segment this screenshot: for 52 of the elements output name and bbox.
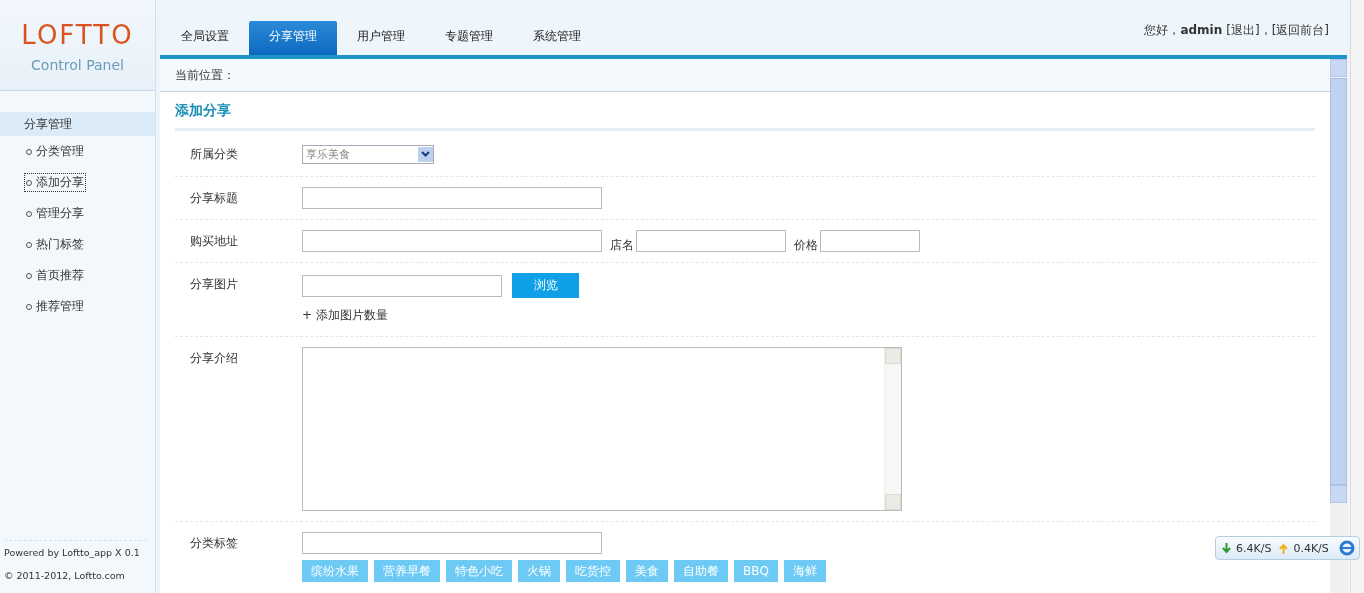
text-field[interactable] [302, 187, 602, 209]
breadcrumb-text: 当前位置： [160, 59, 1330, 92]
upload-speed-text: 0.4K/S [1293, 541, 1329, 555]
field-label: 分享标题 [190, 190, 239, 207]
sidebar-heading[interactable]: 分享管理 [0, 112, 155, 136]
category-dropdown[interactable]: 享乐美食 [302, 144, 434, 164]
field-label: 分享介绍 [190, 350, 239, 367]
sidebar-item[interactable]: 管理分享 [24, 204, 86, 223]
down-arrow-icon [1222, 542, 1231, 554]
scroll-up-icon[interactable] [1330, 59, 1347, 77]
nav-tab[interactable]: 用户管理 [337, 21, 425, 55]
add-image-link[interactable]: + 添加图片数量 [302, 306, 388, 324]
scrollbar[interactable] [1330, 59, 1347, 593]
greeting-text: 您好， [1144, 23, 1181, 37]
text-field[interactable] [302, 532, 602, 554]
copyright-text: © 2011-2012, Loftto.com [4, 569, 126, 583]
up-arrow-icon [1279, 542, 1289, 554]
sidebar-item[interactable]: 首页推荐 [24, 266, 86, 285]
form-title: 添加分享 [175, 102, 1315, 131]
separator-text: ， [1259, 23, 1272, 37]
text-field[interactable] [636, 230, 786, 252]
field-label: 购买地址 [190, 233, 239, 250]
sidebar-item[interactable]: 添加分享 [24, 173, 86, 192]
username-text: admin [1180, 23, 1223, 37]
nav-tab[interactable]: 分享管理 [249, 21, 337, 55]
text-field[interactable] [302, 230, 602, 252]
frontend-link[interactable]: [返回前台] [1271, 23, 1329, 37]
scroll-down-icon[interactable] [885, 494, 901, 510]
file-field[interactable] [302, 274, 502, 297]
download-speed-text: 6.4K/S [1236, 541, 1272, 555]
field-label: 分享图片 [190, 276, 239, 293]
scroll-thumb[interactable] [1330, 78, 1347, 485]
powered-by-text: Powered by Loftto_app X 0.1 [4, 546, 141, 560]
sidebar-item[interactable]: 分类管理 [24, 142, 86, 161]
sidebar-item[interactable]: 热门标签 [24, 235, 86, 254]
field-label: 店名 [610, 238, 634, 252]
page-scrollbar[interactable] [1350, 0, 1364, 593]
field-label: 所属分类 [190, 146, 239, 163]
scroll-down-icon[interactable] [1330, 485, 1347, 503]
scroll-up-icon[interactable] [885, 348, 901, 364]
nav-tab[interactable]: 系统管理 [513, 21, 601, 55]
field-label: 分类标签 [190, 535, 239, 552]
logo-subtitle: Control Panel [31, 57, 124, 73]
field-label: 价格 [794, 238, 818, 252]
scrollbar[interactable] [884, 348, 901, 510]
sidebar-item[interactable]: 推荐管理 [24, 297, 86, 316]
logo-text: LOFTTO [21, 20, 134, 50]
nav-tab[interactable]: 专题管理 [425, 21, 513, 55]
nav-tab[interactable]: 全局设置 [161, 21, 249, 55]
text-area[interactable] [302, 347, 902, 511]
logout-link[interactable]: [退出] [1226, 23, 1260, 37]
text-field[interactable] [820, 230, 920, 252]
